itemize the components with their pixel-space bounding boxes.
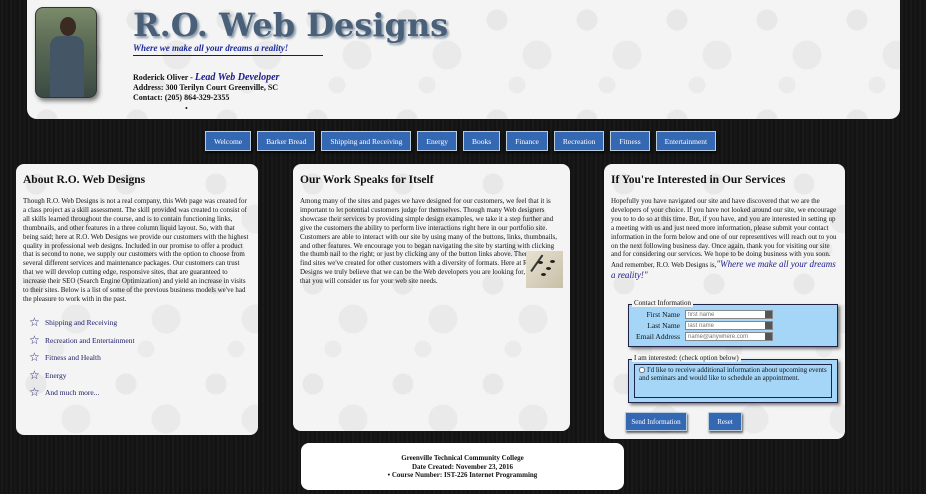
- footer: Greenville Technical Community College D…: [301, 443, 624, 490]
- service-label: And much more...: [45, 388, 100, 398]
- contact-legend: Contact Information: [632, 299, 693, 307]
- service-shipping[interactable]: ☆ Shipping and Receiving: [23, 314, 251, 332]
- email-row: Email Address: [629, 332, 773, 341]
- leaf-icon: [546, 267, 551, 270]
- service-more[interactable]: ☆ And much more...: [23, 384, 251, 402]
- checkbox-box: I'd like to receive additional informati…: [634, 364, 832, 398]
- email-field[interactable]: [685, 332, 773, 341]
- service-recreation[interactable]: ☆ Recreation and Entertainment: [23, 331, 251, 349]
- footer-course: • Course Number: IST-226 Internet Progra…: [387, 471, 538, 479]
- footer-college: Greenville Technical Community College: [401, 454, 524, 462]
- about-heading: About R.O. Web Designs: [23, 174, 146, 186]
- contact-name: Roderick Oliver -: [133, 73, 195, 82]
- site-header: R.O. Web Designs Where we make all your …: [27, 0, 900, 119]
- first-name-row: First Name: [629, 310, 773, 319]
- work-body: Among many of the sites and pages we hav…: [300, 197, 558, 286]
- nav-energy[interactable]: Energy: [417, 131, 457, 151]
- first-name-label: First Name: [646, 310, 680, 319]
- reset-button[interactable]: Reset: [708, 412, 742, 431]
- contact-name-line: Roderick Oliver - Lead Web Developer: [133, 73, 279, 83]
- footer-date: Date Created: November 23, 2016: [411, 462, 514, 471]
- contact-phone: Contact: (205) 864-329-2355: [133, 93, 230, 102]
- avatar-head: [60, 17, 76, 36]
- autofill-icon: [765, 333, 772, 340]
- last-name-row: Last Name: [629, 321, 773, 330]
- star-icon: ☆: [29, 385, 40, 400]
- star-icon: ☆: [29, 332, 40, 347]
- nav-entertainment[interactable]: Entertainment: [655, 131, 717, 151]
- header-bullet: •: [185, 104, 188, 113]
- contact-role: Lead Web Developer: [194, 72, 280, 83]
- service-label: Energy: [45, 370, 67, 380]
- nav-shipping-receiving[interactable]: Shipping and Receiving: [321, 131, 412, 151]
- leaf-icon: [541, 273, 546, 276]
- autofill-icon: [765, 322, 772, 329]
- interest-body-wrap: Hopefully you have navigated our site an…: [611, 197, 838, 281]
- nav-finance[interactable]: Finance: [506, 131, 548, 151]
- nav-barker-bread[interactable]: Barker Bread: [257, 131, 316, 151]
- last-name-label: Last Name: [647, 321, 680, 330]
- interest-fieldset: I am interested: (check option below) I'…: [628, 354, 838, 403]
- checkbox-label: I'd like to receive additional informati…: [639, 366, 827, 382]
- info-checkbox[interactable]: [639, 367, 645, 374]
- site-title: R.O. Web Designs: [133, 6, 449, 44]
- first-name-field[interactable]: [685, 310, 773, 319]
- site-tagline: Where we make all your dreams a reality!: [133, 43, 289, 53]
- service-label: Recreation and Entertainment: [45, 335, 135, 345]
- nav-fitness[interactable]: Fitness: [610, 131, 650, 151]
- service-label: Shipping and Receiving: [45, 318, 118, 328]
- leaf-icon: [538, 261, 543, 264]
- about-body: Though R.O. Web Designs is not a real co…: [23, 197, 249, 303]
- work-body-wrap: Among many of the sites and pages we hav…: [300, 197, 563, 288]
- tagline-divider: [133, 55, 323, 56]
- star-icon: ☆: [29, 350, 40, 365]
- nav-welcome[interactable]: Welcome: [205, 131, 252, 151]
- nav-books[interactable]: Books: [462, 131, 501, 151]
- main-nav: Welcome Barker Bread Shipping and Receiv…: [205, 131, 717, 151]
- service-label: Fitness and Health: [45, 353, 101, 363]
- autofill-icon: [765, 311, 772, 318]
- star-icon: ☆: [29, 315, 40, 330]
- contact-fieldset: Contact Information First Name Last Name…: [628, 299, 838, 347]
- services-list: ☆ Shipping and Receiving ☆ Recreation and …: [23, 314, 251, 402]
- work-heading: Our Work Speaks for Itself: [300, 174, 434, 186]
- branch-icon: [530, 254, 560, 284]
- avatar: [35, 7, 97, 98]
- about-panel: About R.O. Web Designs Though R.O. Web D…: [16, 164, 258, 435]
- leaf-icon: [550, 260, 555, 263]
- portfolio-thumbnail[interactable]: [526, 251, 563, 288]
- interest-heading: If You're Interested in Our Services: [611, 174, 786, 186]
- contact-address: Address: 300 Terilyn Court Greenville, S…: [133, 83, 279, 92]
- contact-info: Roderick Oliver - Lead Web Developer Add…: [133, 73, 279, 103]
- nav-recreation[interactable]: Recreation: [553, 131, 605, 151]
- interest-legend: I am interested: (check option below): [632, 354, 741, 362]
- avatar-body: [50, 36, 84, 97]
- send-button[interactable]: Send Information: [625, 412, 687, 431]
- service-energy[interactable]: ☆ Energy: [23, 366, 251, 384]
- service-fitness[interactable]: ☆ Fitness and Health: [23, 349, 251, 367]
- work-panel: Our Work Speaks for Itself Among many of…: [293, 164, 570, 431]
- last-name-field[interactable]: [685, 321, 773, 330]
- star-icon: ☆: [29, 367, 40, 382]
- interest-panel: If You're Interested in Our Services Hop…: [604, 164, 845, 439]
- email-label: Email Address: [636, 332, 680, 341]
